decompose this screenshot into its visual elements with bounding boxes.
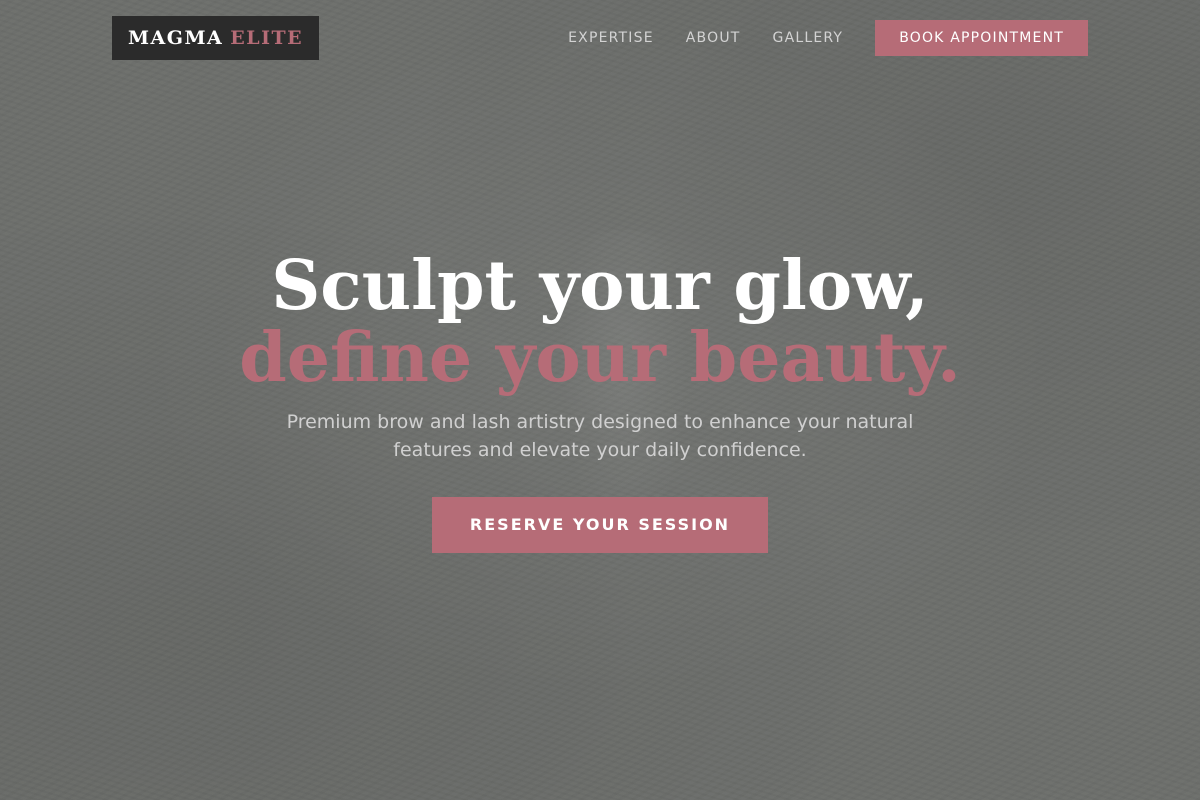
site-header: MAGMA ELITE EXPERTISE ABOUT GALLERY BOOK …	[112, 16, 1088, 60]
brand-logo[interactable]: MAGMA ELITE	[112, 16, 320, 60]
nav-link-about[interactable]: ABOUT	[686, 30, 741, 46]
reserve-session-button[interactable]: RESERVE YOUR SESSION	[431, 497, 769, 553]
hero-section: Sculpt your glow, define your beauty. Pr…	[0, 250, 1200, 553]
headline-line-2: define your beauty.	[239, 318, 961, 398]
hero-subtitle: Premium brow and lash artistry designed …	[286, 411, 914, 461]
book-appointment-button[interactable]: BOOK APPOINTMENT	[875, 20, 1088, 56]
nav-link-expertise[interactable]: EXPERTISE	[568, 30, 654, 46]
brand-name: MAGMA	[128, 27, 224, 49]
headline-line-1: Sculpt your glow,	[271, 246, 929, 326]
hero-headline: Sculpt your glow, define your beauty.	[0, 250, 1200, 394]
nav-link-gallery[interactable]: GALLERY	[773, 30, 844, 46]
main-nav: EXPERTISE ABOUT GALLERY BOOK APPOINTMENT	[568, 20, 1088, 56]
brand-accent: ELITE	[230, 27, 304, 49]
